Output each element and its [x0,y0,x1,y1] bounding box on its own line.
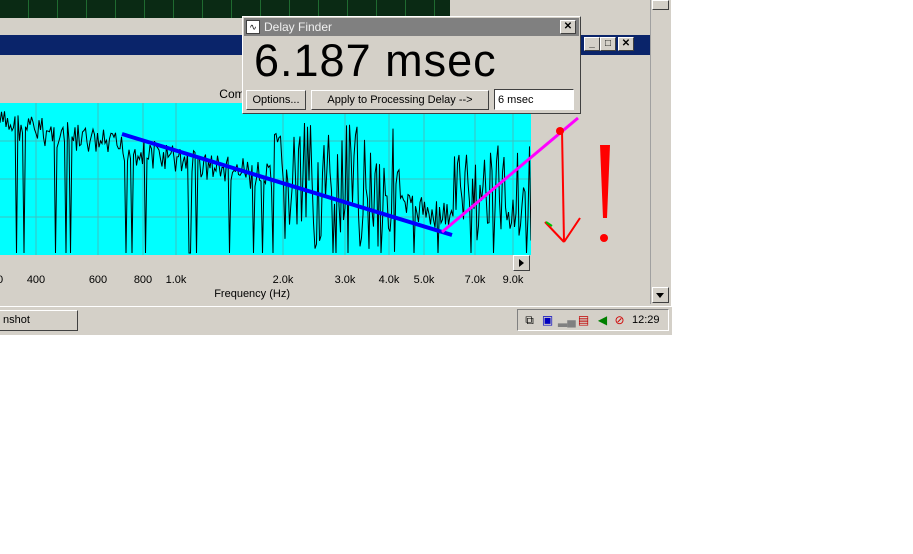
vertical-scrollbar[interactable] [650,0,671,304]
magenta-annotation-line [441,116,579,234]
device-icon[interactable]: ▤ [576,313,591,327]
dialog-close-button[interactable]: ✕ [560,20,576,34]
clock: 12:29 [632,314,660,326]
app-icon: ∿ [246,20,260,34]
red-exclamation-icon [600,145,610,242]
network-icon[interactable]: ⧉ [522,313,537,327]
monitor-icon[interactable]: ▣ [540,313,555,327]
no-entry-icon[interactable]: ⊘ [612,313,627,327]
delay-readout: 6.187 msec [254,35,497,86]
taskbar-button[interactable]: nshot [0,310,78,331]
apply-delay-button[interactable]: Apply to Processing Delay --> [311,90,489,110]
red-down-arrow-icon [544,127,581,243]
options-button[interactable]: Options... [246,90,306,110]
scroll-down-button[interactable] [652,287,669,303]
blue-annotation-line [121,132,453,237]
scroll-thumb[interactable] [652,0,669,10]
delay-input[interactable] [494,89,574,110]
volume-icon[interactable]: ◀ [595,313,610,327]
signal-icon[interactable]: ▂▄ [558,313,576,327]
dialog-title: Delay Finder [264,20,333,34]
